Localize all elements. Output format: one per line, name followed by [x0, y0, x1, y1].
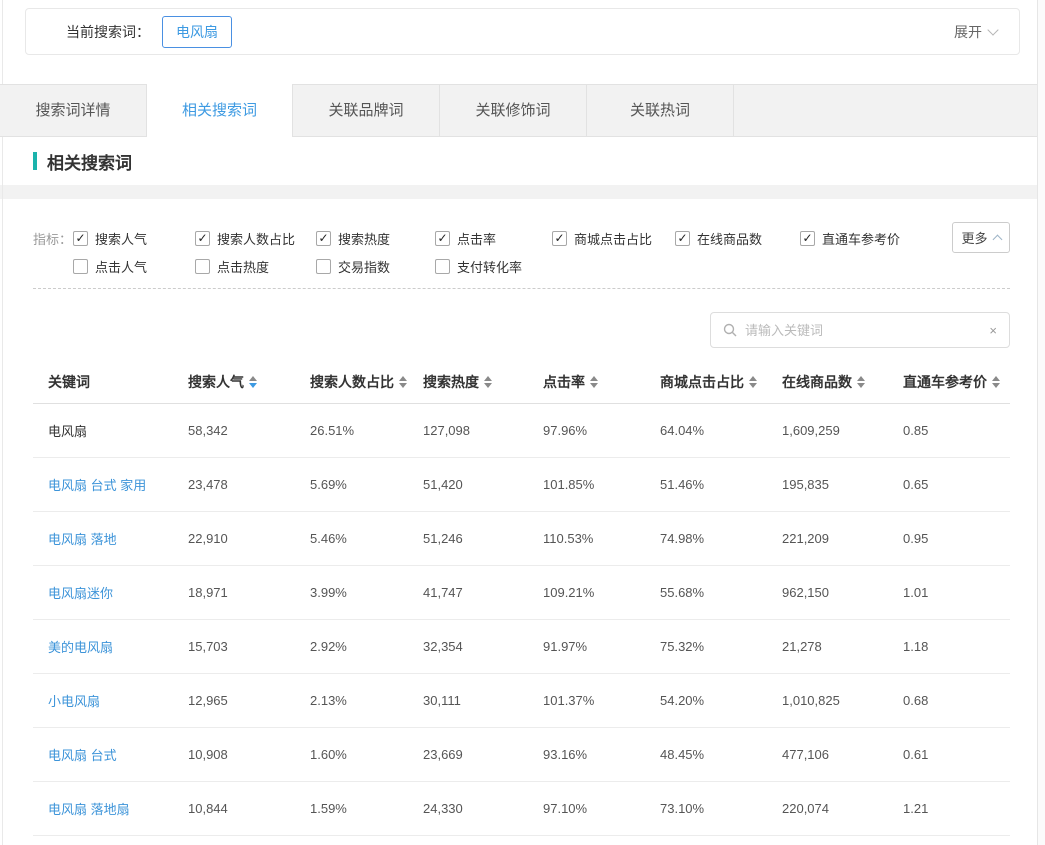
current-search-label: 当前搜索词：: [66, 22, 150, 42]
col-search-heat[interactable]: 搜索热度: [423, 361, 543, 403]
metric-search-popularity[interactable]: 搜索人气: [73, 229, 195, 248]
metric-click-popularity[interactable]: 点击人气: [73, 257, 195, 276]
keyword-link[interactable]: 电风扇迷你: [33, 565, 188, 619]
col-search-popularity[interactable]: 搜索人气: [188, 361, 310, 403]
metric-transaction-index[interactable]: 交易指数: [316, 257, 435, 276]
search-icon: [723, 323, 737, 337]
table-row: 电风扇 落地 22,910 5.46% 51,246 110.53% 74.98…: [33, 511, 1010, 565]
expand-label: 展开: [954, 22, 982, 42]
col-online-products[interactable]: 在线商品数: [782, 361, 903, 403]
sort-icon[interactable]: [484, 376, 492, 388]
table-row: 电风扇迷你 18,971 3.99% 41,747 109.21% 55.68%…: [33, 565, 1010, 619]
tab-related-brand-words[interactable]: 关联品牌词: [293, 84, 440, 137]
table-row: 小电风扇 12,965 2.13% 30,111 101.37% 54.20% …: [33, 673, 1010, 727]
related-search-table: 关键词 搜索人气 搜索人数占比 搜索热度 点击率 商城点击占比 在线商品数 直通…: [33, 361, 1010, 836]
chevron-up-icon: [992, 234, 1002, 244]
metric-ztc-ref-price[interactable]: 直通车参考价: [800, 229, 900, 248]
keyword-cell: 电风扇: [33, 403, 188, 457]
tab-search-word-detail[interactable]: 搜索词详情: [0, 84, 147, 137]
clear-input-icon[interactable]: ×: [989, 324, 997, 337]
table-row: 电风扇 台式 10,908 1.60% 23,669 93.16% 48.45%…: [33, 727, 1010, 781]
checkbox-checked-icon[interactable]: [195, 231, 210, 246]
more-button[interactable]: 更多: [952, 222, 1010, 253]
keyword-link[interactable]: 电风扇 落地扇: [33, 781, 188, 835]
keyword-link[interactable]: 电风扇 落地: [33, 511, 188, 565]
checkbox-unchecked-icon[interactable]: [195, 259, 210, 274]
col-keyword: 关键词: [33, 361, 188, 403]
sort-icon[interactable]: [249, 376, 257, 388]
checkbox-checked-icon[interactable]: [675, 231, 690, 246]
table-row: 电风扇 台式 家用 23,478 5.69% 51,420 101.85% 51…: [33, 457, 1010, 511]
checkbox-checked-icon[interactable]: [435, 231, 450, 246]
checkbox-unchecked-icon[interactable]: [73, 259, 88, 274]
metrics-label: 指标：: [33, 229, 73, 248]
col-click-rate[interactable]: 点击率: [543, 361, 660, 403]
col-searcher-ratio[interactable]: 搜索人数占比: [310, 361, 423, 403]
keyword-link[interactable]: 电风扇 台式: [33, 727, 188, 781]
metric-click-heat[interactable]: 点击热度: [195, 257, 316, 276]
tab-related-search-words[interactable]: 相关搜索词: [146, 84, 293, 137]
sort-icon[interactable]: [749, 376, 757, 388]
section-title: 相关搜索词: [47, 149, 132, 174]
metric-filters: 指标： 搜索人气 搜索人数占比 搜索热度 点击率 商城点击占比 在线商品数 直通…: [0, 199, 1045, 288]
keyword-link[interactable]: 小电风扇: [33, 673, 188, 727]
tab-bar: 搜索词详情 相关搜索词 关联品牌词 关联修饰词 关联热词: [0, 84, 1045, 137]
divider-band: [0, 185, 1045, 199]
metric-online-products[interactable]: 在线商品数: [675, 229, 800, 248]
metric-mall-click-ratio[interactable]: 商城点击占比: [552, 229, 675, 248]
expand-button[interactable]: 展开: [954, 22, 997, 42]
table-row: 电风扇 落地扇 10,844 1.59% 24,330 97.10% 73.10…: [33, 781, 1010, 835]
checkbox-checked-icon[interactable]: [552, 231, 567, 246]
scrollbar[interactable]: [1037, 0, 1045, 845]
search-row: ×: [0, 289, 1045, 361]
sort-icon[interactable]: [399, 376, 407, 388]
current-keyword-chip[interactable]: 电风扇: [162, 16, 232, 48]
sort-icon[interactable]: [992, 376, 1000, 388]
keyword-link[interactable]: 美的电风扇: [33, 619, 188, 673]
checkbox-unchecked-icon[interactable]: [316, 259, 331, 274]
checkbox-checked-icon[interactable]: [800, 231, 815, 246]
col-ztc-ref-price[interactable]: 直通车参考价: [903, 361, 1010, 403]
sort-icon[interactable]: [857, 376, 865, 388]
chevron-down-icon: [987, 24, 998, 35]
table-row: 电风扇 58,342 26.51% 127,098 97.96% 64.04% …: [33, 403, 1010, 457]
sort-icon[interactable]: [590, 376, 598, 388]
keyword-search-input[interactable]: [745, 323, 981, 338]
table-header-row: 关键词 搜索人气 搜索人数占比 搜索热度 点击率 商城点击占比 在线商品数 直通…: [33, 361, 1010, 403]
col-mall-click-ratio[interactable]: 商城点击占比: [660, 361, 782, 403]
tab-related-hot-words[interactable]: 关联热词: [587, 84, 734, 137]
metric-searcher-ratio[interactable]: 搜索人数占比: [195, 229, 316, 248]
keyword-link[interactable]: 电风扇 台式 家用: [33, 457, 188, 511]
current-search-card: 当前搜索词： 电风扇 展开: [25, 8, 1020, 55]
metric-click-rate[interactable]: 点击率: [435, 229, 552, 248]
top-bar: 当前搜索词： 电风扇 展开: [0, 0, 1045, 84]
tab-related-modifier-words[interactable]: 关联修饰词: [440, 84, 587, 137]
checkbox-checked-icon[interactable]: [316, 231, 331, 246]
checkbox-unchecked-icon[interactable]: [435, 259, 450, 274]
section-header: 相关搜索词: [0, 137, 1045, 185]
section-accent-bar: [33, 152, 37, 170]
keyword-search-box[interactable]: ×: [710, 312, 1010, 348]
checkbox-checked-icon[interactable]: [73, 231, 88, 246]
metric-payment-conversion[interactable]: 支付转化率: [435, 257, 552, 276]
metric-search-heat[interactable]: 搜索热度: [316, 229, 435, 248]
table-row: 美的电风扇 15,703 2.92% 32,354 91.97% 75.32% …: [33, 619, 1010, 673]
